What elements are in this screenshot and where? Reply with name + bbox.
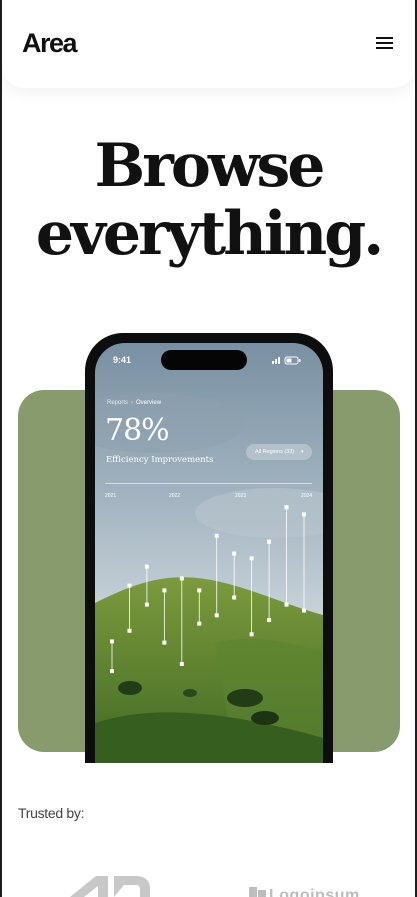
range-bar-7: [214, 533, 219, 618]
hamburger-menu-icon[interactable]: [374, 34, 396, 52]
range-low-point-1: [110, 669, 114, 674]
phone-mockup: 9:41 Reports › Overview 78% Efficiency Imp…: [85, 333, 333, 763]
range-high-point-6: [197, 588, 202, 593]
range-low-point-12: [302, 608, 306, 613]
range-high-point-7: [214, 533, 219, 538]
range-high-point-3: [144, 564, 149, 569]
range-high-point-11: [284, 505, 289, 510]
range-high-point-8: [232, 551, 237, 556]
range-high-point-9: [249, 556, 254, 561]
range-low-point-9: [249, 632, 254, 637]
range-bar-12: [302, 512, 306, 613]
range-bar-6: [197, 588, 202, 626]
range-bar-3: [144, 564, 149, 607]
range-high-point-2: [127, 583, 132, 588]
range-bar-4: [162, 588, 167, 645]
range-high-point-12: [302, 512, 306, 517]
logoipsum-wordmark: Logoipsum: [269, 887, 360, 897]
range-chart: [110, 505, 306, 674]
range-high-point-10: [267, 539, 272, 544]
range-low-point-8: [232, 595, 237, 600]
phone-screen: 9:41 Reports › Overview 78% Efficiency Imp…: [95, 343, 323, 763]
brand-logo[interactable]: Area: [22, 28, 78, 59]
range-high-point-4: [162, 588, 167, 593]
range-high-point-1: [110, 639, 114, 644]
hero-headline: Browse everything.: [0, 132, 417, 268]
range-bar-9: [249, 556, 254, 637]
range-low-point-2: [127, 628, 132, 633]
range-bar-8: [232, 551, 237, 600]
partner-logo-1: [70, 876, 150, 897]
range-bar-11: [284, 505, 289, 607]
headline-line-2: everything.: [35, 199, 384, 269]
range-low-point-5: [179, 662, 184, 666]
range-bar-5: [179, 576, 184, 666]
range-low-point-7: [214, 613, 219, 618]
top-navigation-bar: Area: [2, 0, 415, 88]
range-low-point-3: [144, 602, 149, 607]
range-low-point-10: [267, 618, 272, 623]
range-low-point-11: [284, 602, 289, 607]
range-low-point-4: [162, 640, 167, 645]
range-bar-10: [267, 539, 272, 623]
range-bar-2: [127, 583, 132, 633]
range-high-point-5: [179, 576, 184, 581]
headline-line-1: Browse: [94, 131, 326, 201]
range-low-point-6: [197, 621, 202, 626]
range-bar-1: [110, 639, 114, 674]
partner-logo-2: Logoipsum: [248, 884, 360, 897]
logoipsum-mark-icon: [248, 884, 269, 897]
trusted-by-label: Trusted by:: [18, 805, 85, 821]
